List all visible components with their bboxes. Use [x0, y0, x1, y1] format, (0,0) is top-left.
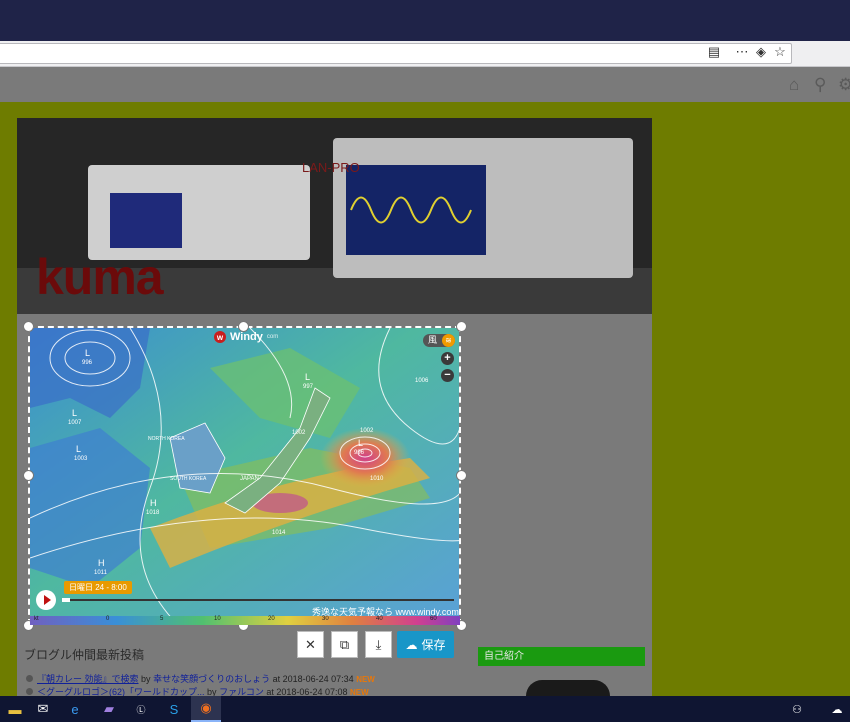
timeline-progress	[62, 598, 70, 602]
windy-logo[interactable]: w Windy com	[214, 331, 278, 343]
bookmark-star-icon[interactable]: ☆	[772, 44, 788, 60]
save-button-label: 保存	[421, 638, 446, 652]
edge-icon[interactable]: e	[60, 696, 90, 722]
address-bar[interactable]	[0, 43, 792, 64]
cloud-icon[interactable]: ☁	[822, 696, 850, 722]
firefox-icon[interactable]: ◉	[191, 696, 221, 722]
pocket-icon[interactable]: ◈	[753, 44, 769, 60]
search-icon[interactable]: ⚲	[814, 75, 826, 95]
reader-icon[interactable]: ▤	[706, 44, 722, 60]
svg-text:NORTH KOREA: NORTH KOREA	[148, 436, 185, 442]
app-icon[interactable]: ▰	[94, 696, 124, 722]
svg-text:H: H	[150, 498, 157, 508]
svg-text:1006: 1006	[415, 378, 429, 384]
wind-speed-scale	[30, 616, 460, 625]
svg-text:997: 997	[303, 384, 314, 390]
layer-label: 風	[428, 335, 438, 345]
svg-text:1018: 1018	[146, 510, 160, 516]
mail-icon[interactable]: ✉	[28, 696, 58, 722]
scale-tick: 20	[268, 616, 275, 622]
cancel-capture-button[interactable]: ✕	[297, 631, 324, 658]
svg-text:L: L	[72, 408, 77, 418]
scale-tick: 30	[322, 616, 329, 622]
scale-tick: 40	[376, 616, 383, 622]
wind-layer-icon: ≋	[442, 334, 455, 347]
windy-brand-suffix: com	[266, 334, 279, 340]
svg-text:JAPAN: JAPAN	[240, 476, 259, 482]
blog-post-item: 『朝カレー 効能』で検索 by 幸せな笑顔づくりのおしょう at 2018-06…	[26, 672, 375, 685]
svg-text:1003: 1003	[74, 456, 88, 462]
bullet-icon	[26, 675, 33, 682]
svg-text:1014: 1014	[272, 530, 286, 536]
resize-handle-top-left[interactable]	[23, 321, 34, 332]
svg-text:L: L	[305, 372, 310, 382]
post-author-link[interactable]: 幸せな笑顔づくりのおしょう	[153, 674, 270, 684]
banner-logo-text: kuma	[36, 249, 164, 305]
layer-selector[interactable]: 風 ≋	[423, 334, 455, 347]
windy-logo-icon: w	[214, 331, 226, 343]
post-title-link[interactable]: 『朝カレー 効能』で検索	[37, 674, 139, 684]
people-icon[interactable]: ⚇	[782, 696, 812, 722]
new-badge: NEW	[356, 675, 375, 684]
svg-text:H: H	[98, 558, 105, 568]
skype-icon[interactable]: S	[159, 696, 189, 722]
svg-text:L: L	[85, 348, 90, 358]
svg-text:1011: 1011	[94, 570, 108, 576]
save-button[interactable]: ☁ 保存	[397, 631, 454, 658]
svg-text:SOUTH KOREA: SOUTH KOREA	[170, 476, 207, 482]
home-icon[interactable]: ⌂	[789, 75, 799, 95]
svg-text:L: L	[358, 438, 363, 448]
forecast-timeline[interactable]	[62, 598, 454, 602]
download-button[interactable]: ⤓	[365, 631, 392, 658]
forecast-date-badge: 日曜日 24 - 8:00	[64, 581, 132, 594]
svg-text:1002: 1002	[360, 428, 374, 434]
scale-unit: kt	[34, 616, 39, 622]
scale-tick: 60	[430, 616, 437, 622]
scale-tick: 10	[214, 616, 221, 622]
profile-avatar	[526, 680, 610, 696]
windows-taskbar: ▬ ✉ e ▰ Ⓛ S ◉ ⚇ ☁	[0, 696, 850, 722]
copy-button[interactable]: ⧉	[331, 631, 358, 658]
file-explorer-icon[interactable]: ▬	[0, 696, 30, 722]
post-by: by	[141, 674, 151, 684]
scale-tick: 5	[160, 616, 164, 622]
resize-handle-middle-right[interactable]	[456, 470, 467, 481]
banner-signal-generator	[88, 165, 310, 260]
svg-text:1010: 1010	[370, 476, 384, 482]
profile-section-header: 自己紹介	[478, 647, 645, 666]
svg-text:996: 996	[354, 450, 365, 456]
bullet-icon	[26, 688, 33, 695]
livewriter-icon[interactable]: Ⓛ	[126, 696, 156, 722]
svg-text:L: L	[76, 444, 81, 454]
banner-oscilloscope	[333, 138, 633, 278]
more-icon[interactable]: ⋯	[734, 44, 750, 60]
banner-subtitle: LAN-PRO	[302, 160, 360, 175]
svg-text:1002: 1002	[292, 430, 306, 436]
resize-handle-top-right[interactable]	[456, 321, 467, 332]
resize-handle-middle-left[interactable]	[23, 470, 34, 481]
play-button[interactable]	[36, 590, 56, 610]
play-icon	[43, 595, 51, 605]
scale-tick: 0	[106, 616, 110, 622]
waveform-trace	[350, 196, 472, 224]
svg-text:996: 996	[82, 360, 93, 366]
browser-toolbar: ▤ ⋯ ◈ ☆	[0, 41, 850, 67]
gear-icon[interactable]: ⚙	[838, 75, 850, 95]
cloud-upload-icon: ☁	[405, 637, 418, 652]
site-header: ⌂ ⚲ ⚙	[0, 67, 850, 102]
windy-brand: Windy	[230, 331, 263, 343]
zoom-in-button[interactable]: +	[441, 352, 454, 365]
zoom-out-button[interactable]: −	[441, 369, 454, 382]
browser-titlebar	[0, 0, 850, 41]
svg-text:1007: 1007	[68, 420, 82, 426]
post-date: at 2018-06-24 07:34	[272, 674, 354, 684]
blog-section-title: ブログル仲間最新投稿	[24, 648, 145, 662]
